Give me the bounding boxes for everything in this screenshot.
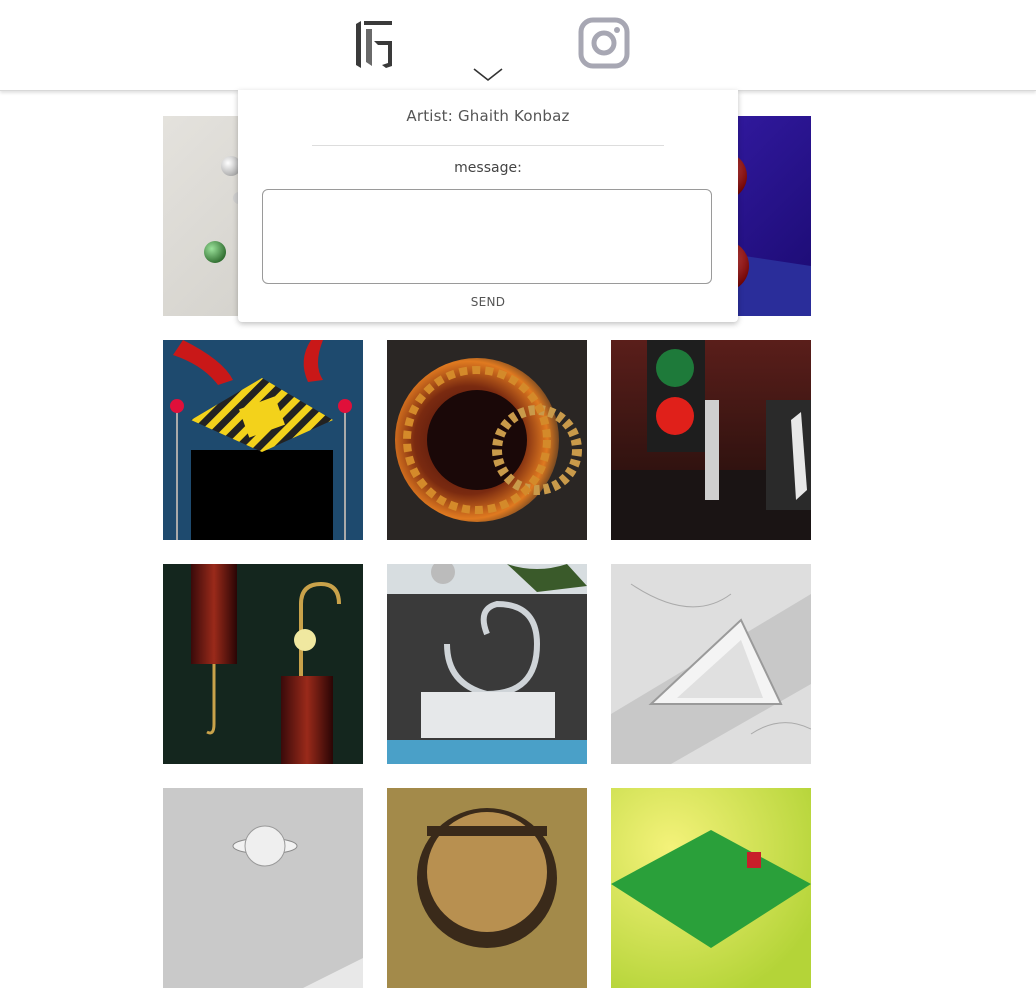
site-header <box>0 0 1036 91</box>
marble-triangle-artwork[interactable] <box>611 564 811 764</box>
divider <box>312 145 664 146</box>
message-label: message: <box>454 160 522 176</box>
artist-name: Artist: Ghaith Konbaz <box>406 107 570 125</box>
marble-ring-sculpture-artwork[interactable] <box>387 564 587 764</box>
white-saturn-artwork[interactable] <box>163 788 363 988</box>
chevron-down-icon[interactable] <box>472 66 504 84</box>
warning-sign-pedestal-artwork[interactable] <box>163 340 363 540</box>
burning-gears-artwork[interactable] <box>387 340 587 540</box>
brand-logo[interactable] <box>352 18 396 72</box>
send-button[interactable]: SEND <box>448 295 528 309</box>
contact-popup: Artist: Ghaith Konbaz message: SEND <box>238 90 738 322</box>
green-pyramid-artwork[interactable] <box>611 788 811 988</box>
message-input[interactable] <box>262 189 712 284</box>
brass-hooks-artwork[interactable] <box>163 564 363 764</box>
instagram-icon[interactable] <box>578 17 630 69</box>
traffic-light-room-artwork[interactable] <box>611 340 811 540</box>
wood-disc-artwork[interactable] <box>387 788 587 988</box>
